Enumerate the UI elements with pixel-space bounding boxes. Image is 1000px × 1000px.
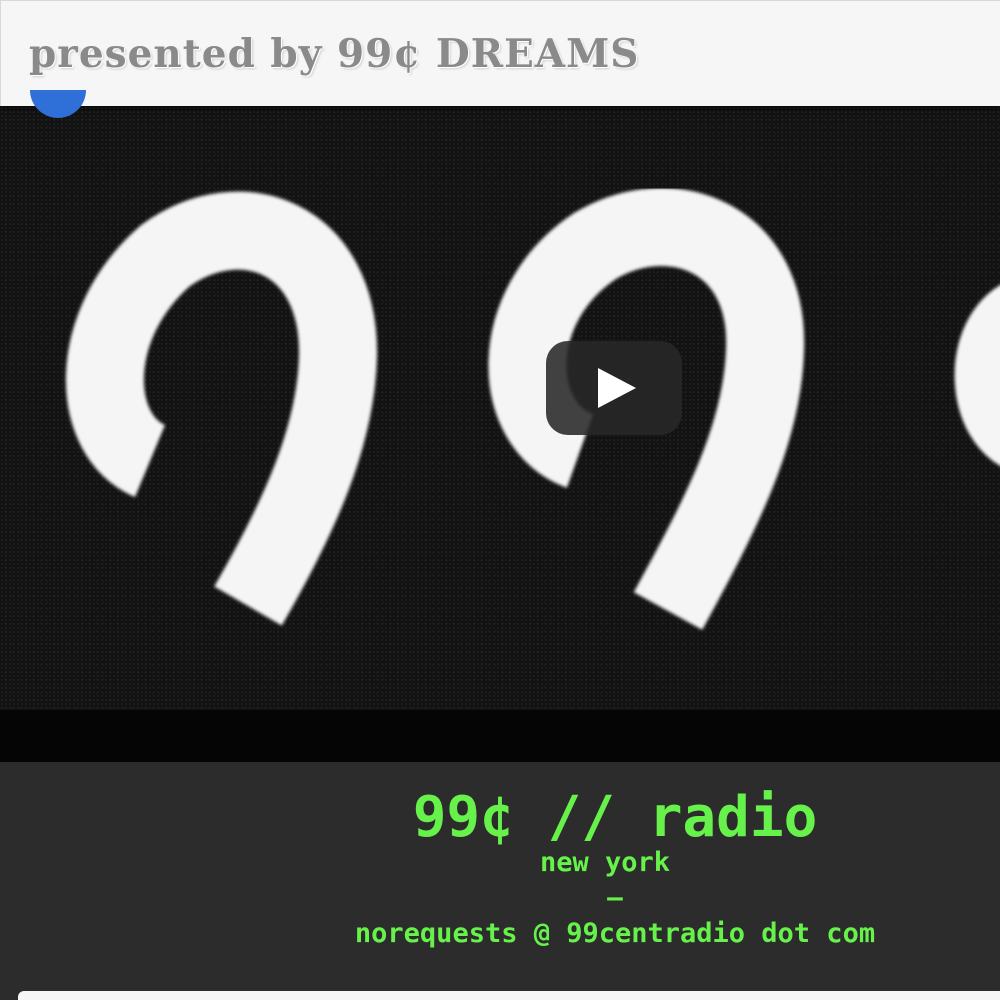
video-bottom-bar xyxy=(0,710,1000,762)
station-title: 99¢ // radio xyxy=(412,785,818,850)
play-icon xyxy=(598,368,636,408)
bottom-panel-edge xyxy=(18,991,1000,1000)
play-button[interactable] xyxy=(546,341,682,435)
thumbnail-digit-nine xyxy=(65,191,378,626)
video-thumbnail xyxy=(65,188,1000,630)
page-title: presented by 99¢ DREAMS xyxy=(29,31,640,77)
video-player[interactable] xyxy=(0,106,1000,710)
station-info: 99¢ // radio new york — norequests @ 99c… xyxy=(0,762,1000,1000)
thumbnail-cent-sign xyxy=(954,285,1000,465)
page: presented by 99¢ DREAMS 99¢ // radio new… xyxy=(0,0,1000,1000)
station-email[interactable]: norequests @ 99centradio dot com xyxy=(205,918,1000,950)
station-city: new york xyxy=(539,847,671,878)
station-separator: — xyxy=(607,883,623,913)
header-bar: presented by 99¢ DREAMS xyxy=(0,0,1000,106)
